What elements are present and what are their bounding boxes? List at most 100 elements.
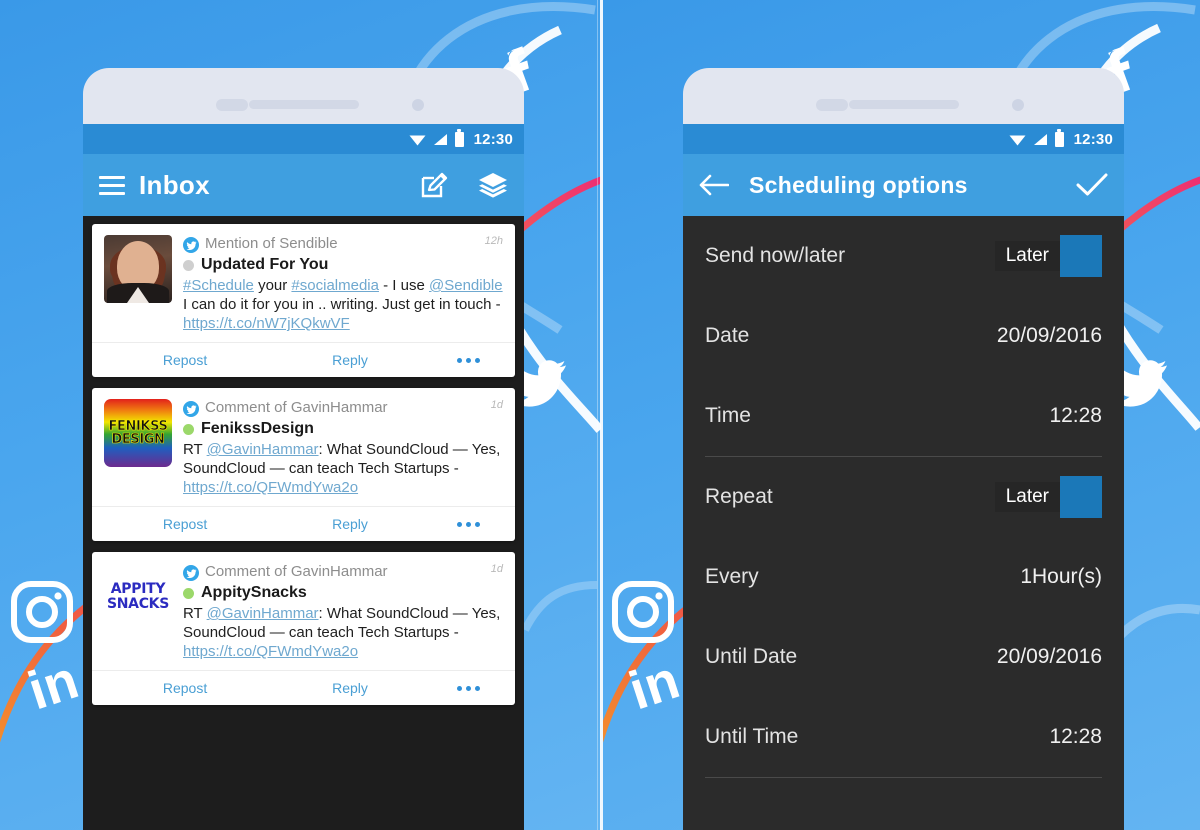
value-tooltip[interactable]: Later: [994, 235, 1102, 277]
card-snippet: RT @GavinHammar: What SoundCloud — Yes, …: [183, 604, 503, 661]
avatar: FENIKSS DESIGN: [104, 399, 172, 467]
snippet-text: - I use: [378, 277, 429, 294]
snippet-link[interactable]: https://t.co/QFWmdYwa2o: [183, 643, 358, 660]
status-badge: [183, 587, 194, 599]
card-snippet: #Schedule your #socialmedia - I use @Sen…: [183, 276, 503, 333]
battery-icon: [454, 129, 464, 147]
signal-icon: [1033, 133, 1047, 145]
row-value: 20/09/2016: [996, 645, 1102, 668]
hamburger-icon[interactable]: [99, 175, 125, 195]
row-time[interactable]: Time 12:28: [705, 376, 1102, 456]
inbox-card[interactable]: Mention of Sendible 12h Updated For You …: [92, 224, 515, 377]
card-actions: Repost Reply: [92, 506, 515, 541]
snippet-link[interactable]: #Schedule: [183, 277, 254, 294]
row-repeat[interactable]: Repeat Later: [705, 457, 1102, 537]
row-until-date[interactable]: Until Date 20/09/2016: [705, 617, 1102, 697]
row-value: 1Hour(s): [1020, 565, 1102, 588]
twitter-icon: [183, 565, 199, 581]
left-status-bar: 12:30: [83, 124, 524, 154]
front-camera: [411, 99, 424, 111]
snippet-link[interactable]: @GavinHammar: [207, 441, 319, 458]
snippet-link[interactable]: https://t.co/QFWmdYwa2o: [183, 479, 358, 496]
twitter-icon: [183, 401, 199, 417]
right-phone-screen: 12:30 Scheduling options Send now/later …: [683, 124, 1124, 830]
instagram-icon: [11, 581, 73, 643]
snippet-text: your: [253, 277, 292, 294]
left-phone-frame: 12:30 Inbox Mention of Sendible 12h Upda…: [83, 68, 524, 830]
layers-icon[interactable]: [478, 172, 508, 198]
stage: in in 12:30 Inbox Mention of Sendible 12…: [0, 0, 1200, 830]
repost-button[interactable]: Repost: [92, 680, 278, 696]
row-every[interactable]: Every 1Hour(s): [705, 537, 1102, 617]
inbox-card[interactable]: FENIKSS DESIGN Comment of GavinHammar 1d: [92, 388, 515, 541]
panel-divider: [600, 0, 603, 830]
snippet-link[interactable]: https://t.co/nW7jKQkwVF: [183, 315, 350, 332]
card-actions: Repost Reply: [92, 670, 515, 705]
snippet-link[interactable]: #socialmedia: [291, 277, 379, 294]
repost-button[interactable]: Repost: [92, 352, 278, 368]
status-badge: [183, 259, 194, 271]
highlight-square[interactable]: [1060, 476, 1102, 518]
row-label: Time: [705, 404, 751, 427]
left-phone-screen: 12:30 Inbox Mention of Sendible 12h Upda…: [83, 124, 524, 830]
row-date[interactable]: Date 20/09/2016: [705, 296, 1102, 376]
check-icon[interactable]: [1076, 172, 1108, 198]
proximity-sensor: [215, 99, 248, 111]
row-label: Repeat: [705, 485, 773, 508]
row-send-now-later[interactable]: Send now/later Later: [705, 216, 1102, 296]
scheduling-options-list[interactable]: Send now/later Later Date 20/09/2016 Tim…: [683, 216, 1124, 830]
card-meta: Comment of GavinHammar: [205, 563, 388, 580]
left-phone-bezel: [83, 68, 524, 124]
page-title: Scheduling options: [749, 171, 968, 198]
row-value: 12:28: [1049, 404, 1102, 427]
more-icon[interactable]: [422, 357, 515, 363]
panel-divider-hairline: [597, 0, 598, 830]
back-arrow-icon[interactable]: [699, 173, 729, 197]
reply-button[interactable]: Reply: [278, 352, 422, 368]
front-camera: [1011, 99, 1024, 111]
right-phone-bezel: [683, 68, 1124, 124]
card-name: FenikssDesign: [201, 420, 314, 437]
tooltip-label: Later: [994, 241, 1060, 271]
card-name: AppitySnacks: [201, 584, 307, 601]
card-age: 12h: [484, 235, 503, 247]
status-time: 12:30: [1073, 130, 1113, 148]
twitter-icon: [183, 237, 199, 253]
card-age: 1d: [490, 399, 503, 411]
row-until-time[interactable]: Until Time 12:28: [705, 697, 1102, 777]
right-phone-frame: 12:30 Scheduling options Send now/later …: [683, 68, 1124, 830]
tooltip-label: Later: [994, 482, 1060, 512]
value-tooltip[interactable]: Later: [994, 476, 1102, 518]
status-time: 12:30: [473, 130, 513, 148]
avatar: APPITY SNACKS: [104, 563, 172, 631]
section-divider: [705, 777, 1102, 778]
card-meta: Mention of Sendible: [205, 235, 338, 252]
reply-button[interactable]: Reply: [278, 680, 422, 696]
snippet-link[interactable]: @GavinHammar: [207, 605, 319, 622]
snippet-text: I can do it for you in .. writing. Just …: [183, 296, 501, 313]
proximity-sensor: [815, 99, 848, 111]
row-value: 12:28: [1049, 725, 1102, 748]
avatar: [104, 235, 172, 303]
inbox-list[interactable]: Mention of Sendible 12h Updated For You …: [83, 216, 524, 830]
highlight-square[interactable]: [1060, 235, 1102, 277]
inbox-card[interactable]: APPITY SNACKS Comment of GavinHammar 1d: [92, 552, 515, 705]
instagram-icon: [612, 581, 674, 643]
compose-icon[interactable]: [420, 171, 448, 199]
reply-button[interactable]: Reply: [278, 516, 422, 532]
battery-icon: [1054, 129, 1064, 147]
row-label: Until Date: [705, 645, 798, 668]
avatar-text-line2: SNACKS: [106, 596, 170, 612]
wifi-icon: [409, 135, 426, 145]
repost-button[interactable]: Repost: [92, 516, 278, 532]
earpiece-speaker: [848, 100, 959, 109]
right-status-bar: 12:30: [683, 124, 1124, 154]
row-value: 20/09/2016: [996, 324, 1102, 347]
more-icon[interactable]: [422, 521, 515, 527]
avatar-text-line2: DESIGN: [111, 432, 165, 447]
more-icon[interactable]: [422, 685, 515, 691]
snippet-link[interactable]: @Sendible: [429, 277, 503, 294]
svg-text:in: in: [622, 650, 686, 722]
card-age: 1d: [490, 563, 503, 575]
page-title: Inbox: [139, 169, 210, 200]
